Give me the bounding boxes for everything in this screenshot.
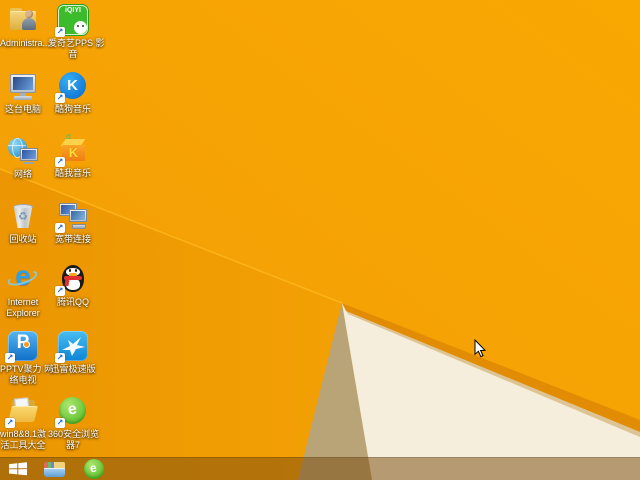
- desktop-icon-win8-tools-folder[interactable]: ↗ win8&8.1激 活工具大全: [0, 395, 46, 450]
- shortcut-arrow-icon: ↗: [55, 27, 65, 37]
- start-button[interactable]: [0, 457, 35, 480]
- icon-label: 爱奇艺PPS 影音: [48, 38, 105, 59]
- desktop-icon-pptv[interactable]: P ↗ PPTV聚力 网络电视: [0, 330, 54, 385]
- icon-label: win8&8.1激 活工具大全: [0, 429, 47, 450]
- icon-label: 网络: [13, 169, 32, 179]
- xunlei-bird-icon: ↗: [55, 330, 89, 363]
- ie-icon: e: [5, 260, 40, 295]
- shortcut-arrow-icon: ↗: [55, 223, 65, 233]
- shortcut-arrow-icon: ↗: [55, 418, 65, 428]
- shortcut-arrow-icon: ↗: [5, 353, 15, 363]
- icon-label: 酷狗音乐: [54, 104, 91, 114]
- icon-label: 360安全浏览 器7: [48, 429, 100, 450]
- shortcut-arrow-icon: ↗: [55, 93, 65, 103]
- network-globe-icon: [7, 135, 39, 167]
- desktop-icon-recycle-bin[interactable]: ♻ 回收站: [0, 200, 46, 245]
- shortcut-arrow-icon: ↗: [55, 286, 65, 296]
- desktop-icon-kugou-music[interactable]: K ↗ 酷狗音乐: [48, 70, 98, 115]
- icon-label: Administra...: [0, 38, 51, 48]
- shortcut-arrow-icon: ↗: [55, 157, 65, 167]
- shortcut-arrow-icon: ↗: [5, 418, 15, 428]
- icon-label: 回收站: [9, 234, 37, 244]
- 360-browser-icon: e: [83, 458, 104, 479]
- icon-label: 酷我音乐: [54, 168, 91, 178]
- computer-icon: [7, 70, 39, 102]
- icon-label: 腾讯QQ: [56, 297, 89, 307]
- taskbar-360-browser-button[interactable]: e: [74, 457, 113, 480]
- mouse-cursor: [474, 339, 487, 358]
- iqiyi-icon: iQIYI ↗: [55, 4, 89, 37]
- 360-browser-icon: e ↗: [55, 395, 89, 428]
- open-folder-icon: ↗: [5, 395, 39, 428]
- desktop-icon-network[interactable]: 网络: [0, 135, 46, 180]
- icon-label: 这台电脑: [4, 104, 41, 114]
- broadband-monitors-icon: ↗: [55, 200, 89, 233]
- shortcut-arrow-icon: ↗: [55, 353, 65, 363]
- icon-label: 宽带连接: [54, 234, 91, 244]
- desktop-icon-administrator-folder[interactable]: Administra...: [0, 4, 51, 49]
- recycle-bin-icon: ♻: [7, 200, 39, 232]
- desktop-icon-kuwo-music[interactable]: ♫ K ↗ 酷我音乐: [48, 132, 98, 179]
- desktop-icon-this-pc[interactable]: 这台电脑: [0, 70, 46, 115]
- desktop-icon-qq[interactable]: ↗ 腾讯QQ: [48, 263, 98, 308]
- user-folder-icon: [7, 4, 39, 36]
- taskbar: e: [0, 457, 640, 480]
- icon-label: PPTV聚力 网络电视: [0, 364, 54, 385]
- desktop-icon-internet-explorer[interactable]: e Internet Explorer: [0, 260, 46, 318]
- desktop-icon-360-browser[interactable]: e ↗ 360安全浏览 器7: [48, 395, 100, 450]
- icon-label: Internet Explorer: [6, 297, 40, 318]
- pptv-icon: P ↗: [5, 330, 39, 363]
- kugou-icon: K ↗: [55, 70, 89, 103]
- desktop-icon-xunlei[interactable]: ↗ 迅雷极速版: [48, 330, 98, 375]
- taskbar-file-explorer-button[interactable]: [35, 457, 74, 480]
- kuwo-icon: ♫ K ↗: [55, 132, 89, 167]
- windows-desktop: Administra... iQIYI ↗ 爱奇艺PPS 影音 这台电脑 K ↗…: [0, 0, 640, 480]
- file-explorer-icon: [44, 460, 65, 477]
- desktop-icon-iqiyi-pps[interactable]: iQIYI ↗ 爱奇艺PPS 影音: [48, 4, 105, 59]
- qq-penguin-icon: ↗: [55, 263, 89, 296]
- windows-logo-icon: [8, 461, 27, 475]
- icon-label: 迅雷极速版: [50, 364, 96, 374]
- desktop-icon-broadband[interactable]: ↗ 宽带连接: [48, 200, 98, 245]
